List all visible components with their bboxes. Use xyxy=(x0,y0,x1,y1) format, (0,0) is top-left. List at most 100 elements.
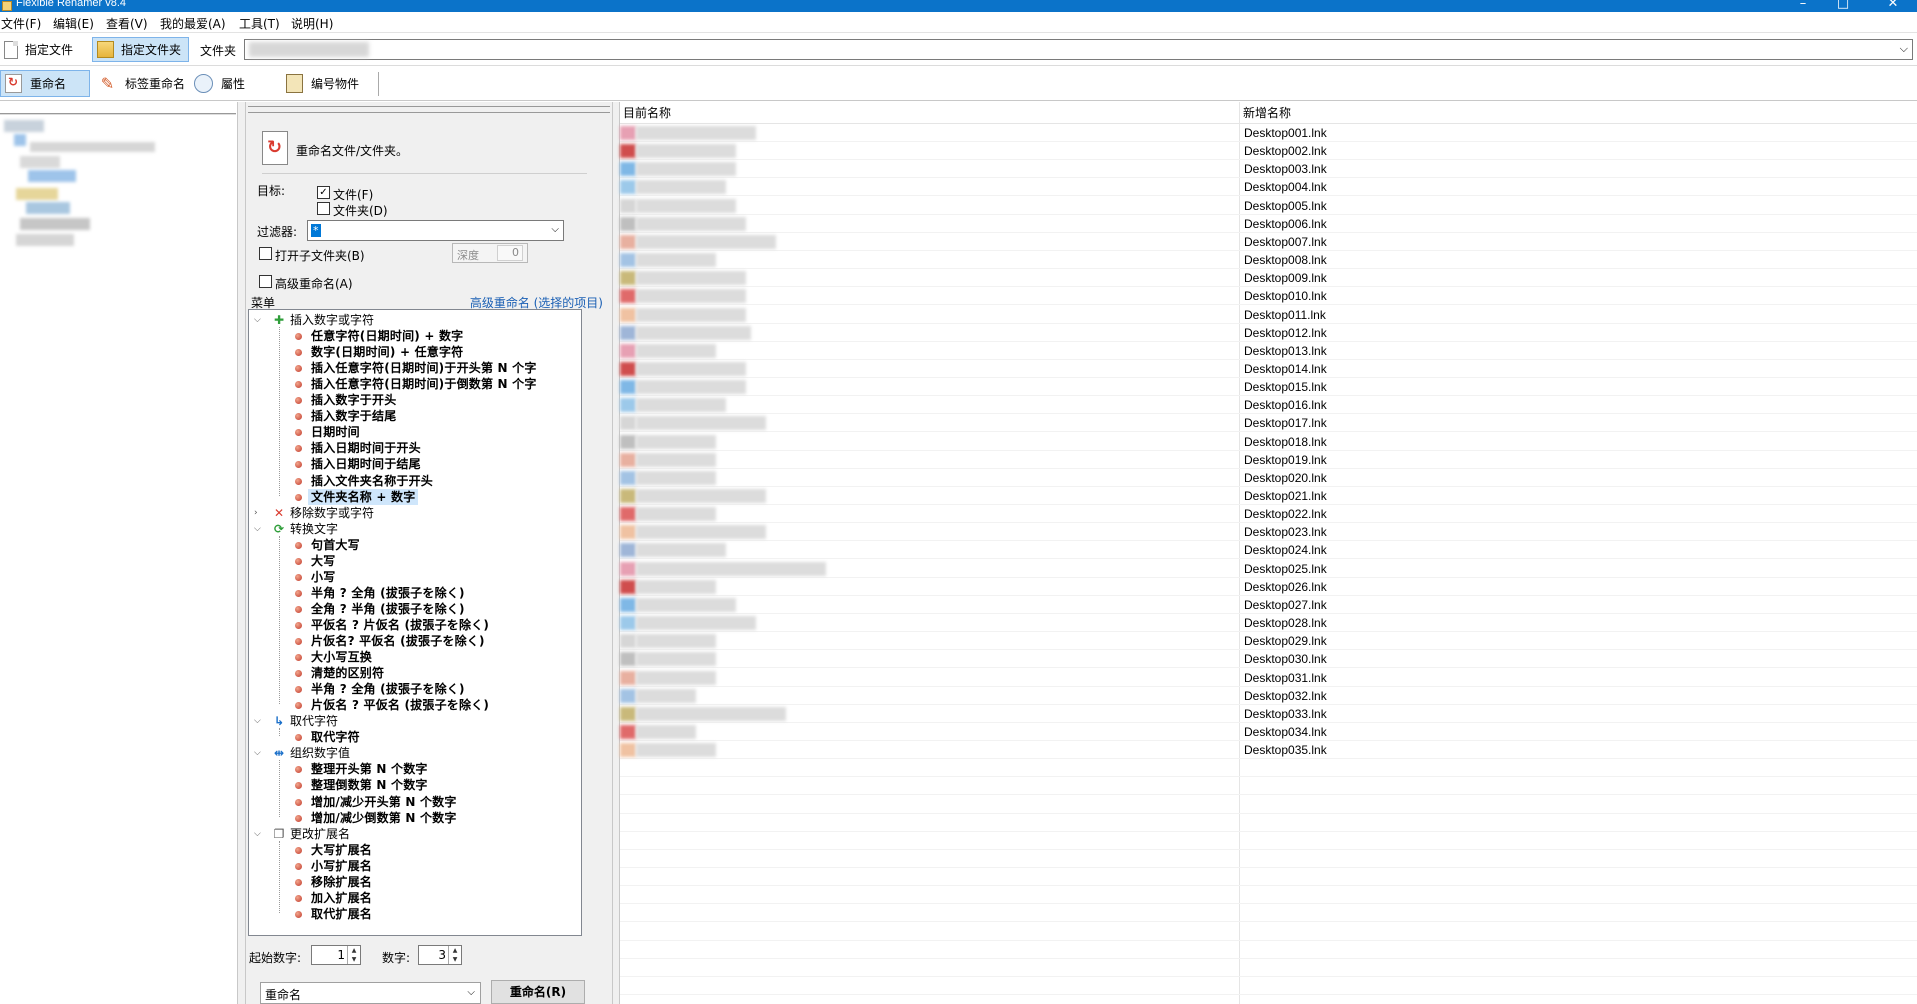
list-row[interactable]: Desktop016.lnk xyxy=(620,396,1917,415)
chevron-down-icon[interactable]: ⌵ xyxy=(1900,42,1908,56)
list-row[interactable] xyxy=(620,832,1917,850)
chevron-right-icon[interactable]: › xyxy=(254,505,264,521)
list-row[interactable]: Desktop004.lnk xyxy=(620,178,1917,197)
list-row[interactable] xyxy=(620,959,1917,977)
list-row[interactable]: Desktop007.lnk xyxy=(620,233,1917,251)
menu-edit[interactable]: 编辑(E) xyxy=(53,15,94,32)
tag-rename-button[interactable]: ✎ 标签重命名 xyxy=(94,70,190,97)
list-row[interactable]: Desktop017.lnk xyxy=(620,414,1917,433)
list-row[interactable] xyxy=(620,796,1917,814)
target-folder-checkbox[interactable] xyxy=(317,202,330,215)
list-row[interactable]: Desktop030.lnk xyxy=(620,650,1917,669)
list-row[interactable] xyxy=(620,904,1917,923)
list-row[interactable] xyxy=(620,850,1917,868)
rename-mode-button[interactable]: 重命名 xyxy=(0,70,90,97)
rename-method-tree[interactable]: ⌵ ✚ 插入数字或字符 任意字符(日期时间) + 数字 数字(日期时间) + 任意字符插… xyxy=(248,309,582,936)
list-row[interactable]: Desktop022.lnk xyxy=(620,505,1917,524)
left-splitter[interactable] xyxy=(238,102,246,1004)
list-row[interactable]: Desktop032.lnk xyxy=(620,687,1917,705)
close-icon[interactable]: ✕ xyxy=(1873,0,1913,11)
list-row[interactable] xyxy=(620,923,1917,941)
list-row[interactable]: Desktop009.lnk xyxy=(620,269,1917,288)
properties-button[interactable]: 屬性 xyxy=(190,70,268,97)
filter-combo[interactable]: * ⌵ xyxy=(307,220,564,241)
list-row[interactable]: Desktop033.lnk xyxy=(620,705,1917,723)
start-number-spinner[interactable]: 1 ▲ ▼ xyxy=(311,945,361,965)
menu-help[interactable]: 说明(H) xyxy=(291,15,333,32)
list-row[interactable]: Desktop020.lnk xyxy=(620,469,1917,487)
specify-folder-button[interactable]: 指定文件夹 xyxy=(92,37,189,62)
target-folder-label[interactable]: 文件夹(D) xyxy=(333,202,388,219)
spinner-arrows-icon[interactable]: ▲ ▼ xyxy=(448,946,461,964)
menu-file[interactable]: 文件(F) xyxy=(1,15,41,32)
maximize-icon[interactable]: □ xyxy=(1823,0,1863,11)
list-row[interactable] xyxy=(620,886,1917,905)
list-row[interactable]: Desktop014.lnk xyxy=(620,360,1917,378)
specify-files-button[interactable]: 指定文件 xyxy=(0,37,88,62)
list-row[interactable]: Desktop012.lnk xyxy=(620,324,1917,342)
chevron-down-icon[interactable]: ⌵ xyxy=(467,987,475,998)
spinner-arrows-icon[interactable]: ▲ ▼ xyxy=(347,946,360,964)
chevron-down-icon[interactable]: ⌵ xyxy=(254,312,264,328)
menu-tools[interactable]: 工具(T) xyxy=(239,15,280,32)
advanced-rename-checkbox[interactable] xyxy=(259,275,272,288)
list-row[interactable]: Desktop027.lnk xyxy=(620,596,1917,614)
list-row[interactable]: Desktop021.lnk xyxy=(620,487,1917,505)
list-row[interactable]: Desktop010.lnk xyxy=(620,287,1917,306)
bullet-icon xyxy=(295,798,302,806)
redacted-current-name xyxy=(636,307,746,322)
column-header-current[interactable]: 目前名称 xyxy=(620,102,1239,124)
minimize-icon[interactable]: – xyxy=(1783,0,1823,11)
list-row[interactable] xyxy=(620,977,1917,996)
redacted-current-name xyxy=(636,180,726,195)
chevron-down-icon[interactable]: ⌵ xyxy=(254,521,264,537)
list-row[interactable]: Desktop031.lnk xyxy=(620,669,1917,687)
list-row[interactable] xyxy=(620,777,1917,796)
folder-path-combo[interactable]: ⌵ xyxy=(244,39,1913,60)
list-row[interactable]: Desktop024.lnk xyxy=(620,541,1917,560)
list-row[interactable]: Desktop034.lnk xyxy=(620,723,1917,741)
column-header-new[interactable]: 新增名称 xyxy=(1240,102,1917,124)
open-subfolders-label[interactable]: 打开子文件夹(B) xyxy=(275,247,365,264)
menu-favorites[interactable]: 我的最爱(A) xyxy=(160,15,226,32)
list-row[interactable]: Desktop023.lnk xyxy=(620,523,1917,542)
menu-view[interactable]: 查看(V) xyxy=(106,15,148,32)
chevron-down-icon[interactable]: ⌵ xyxy=(254,745,264,761)
list-row[interactable]: Desktop013.lnk xyxy=(620,342,1917,360)
open-subfolders-checkbox[interactable] xyxy=(259,247,272,260)
file-list[interactable]: 目前名称 新增名称 Desktop001.lnk Desktop002.lnk De… xyxy=(620,102,1917,1004)
chevron-down-icon[interactable]: ⌵ xyxy=(254,826,264,842)
list-row[interactable]: Desktop002.lnk xyxy=(620,142,1917,161)
list-row[interactable]: Desktop011.lnk xyxy=(620,306,1917,324)
right-splitter[interactable] xyxy=(612,102,620,1004)
list-row[interactable] xyxy=(620,814,1917,832)
list-row[interactable]: Desktop018.lnk xyxy=(620,433,1917,451)
chevron-down-icon[interactable]: ⌵ xyxy=(551,224,559,235)
rename-button[interactable]: 重命名(R) xyxy=(491,980,585,1004)
list-row[interactable]: Desktop035.lnk xyxy=(620,741,1917,760)
list-row[interactable]: Desktop001.lnk xyxy=(620,124,1917,142)
numbering-button[interactable]: 编号物件 xyxy=(282,70,374,97)
list-row[interactable]: Desktop003.lnk xyxy=(620,160,1917,179)
rename-mode-combo[interactable]: 重命名 ⌵ xyxy=(260,982,481,1004)
target-file-checkbox[interactable]: ✓ xyxy=(317,186,330,199)
list-row[interactable]: Desktop026.lnk xyxy=(620,578,1917,596)
list-row[interactable] xyxy=(620,941,1917,959)
list-row[interactable]: Desktop028.lnk xyxy=(620,614,1917,633)
list-row[interactable]: Desktop005.lnk xyxy=(620,197,1917,215)
target-file-label[interactable]: 文件(F) xyxy=(333,186,373,203)
chevron-down-icon[interactable]: ⌵ xyxy=(254,713,264,729)
bullet-icon xyxy=(295,477,302,485)
list-row[interactable]: Desktop008.lnk xyxy=(620,251,1917,270)
list-row[interactable]: Desktop015.lnk xyxy=(620,378,1917,397)
digits-spinner[interactable]: 3 ▲ ▼ xyxy=(418,945,462,965)
bullet-icon xyxy=(295,638,302,645)
list-row[interactable]: Desktop029.lnk xyxy=(620,632,1917,651)
list-row[interactable]: Desktop019.lnk xyxy=(620,451,1917,469)
list-row[interactable]: Desktop025.lnk xyxy=(620,560,1917,578)
advanced-rename-label[interactable]: 高级重命名(A) xyxy=(275,275,353,292)
list-row[interactable] xyxy=(620,759,1917,778)
list-row[interactable] xyxy=(620,868,1917,887)
list-row[interactable]: Desktop006.lnk xyxy=(620,215,1917,233)
folder-tree-pane[interactable] xyxy=(0,102,238,1004)
